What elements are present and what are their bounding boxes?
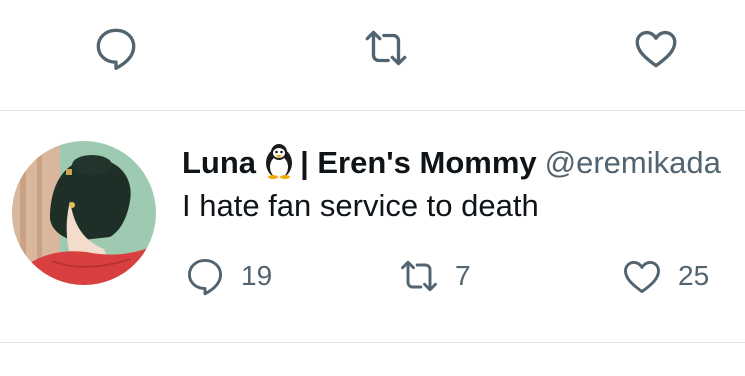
tweet-header: Luna | Eren's Mommy @eremikada xyxy=(182,143,721,182)
reply-button[interactable]: 19 xyxy=(183,251,272,301)
tweet-actions: 19 7 25 xyxy=(0,251,745,301)
previous-tweet-actions xyxy=(0,0,745,110)
heart-icon xyxy=(624,260,660,294)
name-suffix[interactable]: | Eren's Mommy xyxy=(300,145,537,180)
display-name[interactable]: Luna xyxy=(182,145,256,180)
handle[interactable]: @eremikada xyxy=(545,145,721,180)
speech-bubble-icon xyxy=(96,28,136,70)
like-count: 25 xyxy=(678,260,710,291)
retweet-button[interactable]: 7 xyxy=(397,251,471,301)
retweet-count: 7 xyxy=(455,260,471,291)
heart-icon xyxy=(635,30,677,68)
reply-count: 19 xyxy=(241,260,273,291)
speech-bubble-icon xyxy=(187,258,223,296)
retweet-arrows-icon xyxy=(365,30,407,66)
like-button[interactable] xyxy=(630,22,682,74)
retweet-arrows-icon xyxy=(401,260,437,292)
like-button[interactable]: 25 xyxy=(620,251,709,301)
tweet-text: I hate fan service to death xyxy=(182,188,539,223)
retweet-button[interactable] xyxy=(360,22,412,74)
reply-button[interactable] xyxy=(90,22,142,74)
tweet[interactable]: Luna | Eren's Mommy @eremikada I hate fan… xyxy=(0,111,745,342)
penguin-icon xyxy=(262,143,296,179)
divider xyxy=(0,342,745,343)
